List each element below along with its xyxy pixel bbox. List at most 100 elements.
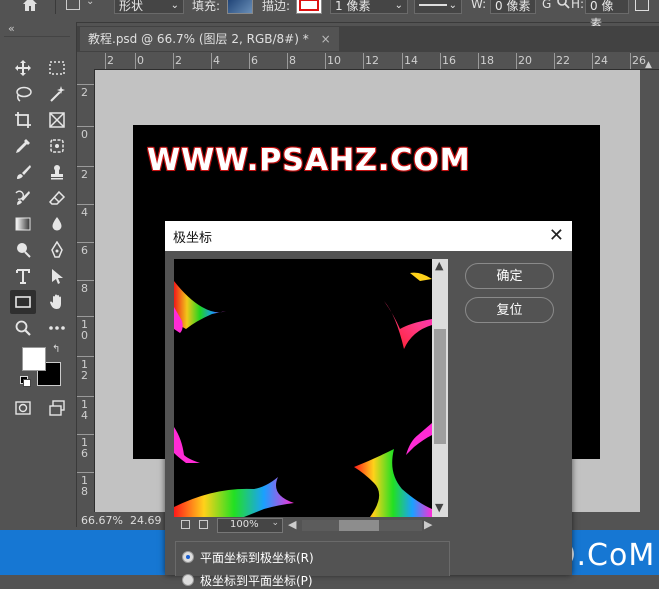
crop-tool-icon[interactable] [10,108,36,132]
dodge-tool-icon[interactable] [10,238,36,262]
ruler-tick-label: 1 8 [81,474,88,498]
shape-mode-value: 形状 [119,0,144,13]
eraser-tool-icon[interactable] [44,186,70,210]
tool-preset-icon[interactable] [66,0,80,10]
ruler-tick-label: 10 [327,54,341,67]
quick-mask-icon[interactable] [10,396,36,420]
shape-mode-select[interactable]: 形状 ⌄ [114,0,184,14]
stroke-width-value: 1 像素 [335,0,371,13]
lasso-tool-icon[interactable] [10,82,36,106]
document-size: 24.69 [130,514,162,527]
stroke-type-select[interactable]: ⌄ [414,0,462,14]
scrollbar-thumb[interactable] [434,329,446,444]
zoom-level[interactable]: 66.67% [81,514,123,527]
chevron-down-icon: ⌄ [394,0,403,11]
search-icon[interactable] [556,0,570,12]
eyedropper-icon[interactable] [10,134,36,158]
separator [55,0,56,14]
ruler-tick-label: 14 [404,54,418,67]
tools-panel: « ↰ [0,22,77,527]
rectangle-tool-icon[interactable] [10,290,36,314]
ruler-tick-label: 2 [107,54,114,67]
hand-tool-icon[interactable] [44,290,70,314]
magic-wand-icon[interactable] [44,82,70,106]
dialog-title-bar[interactable]: 极坐标 ✕ [165,221,572,251]
type-tool-icon[interactable] [10,264,36,288]
stroke-width-field[interactable]: 1 像素 ⌄ [330,0,408,14]
history-brush-icon[interactable] [10,186,36,210]
path-selection-icon[interactable] [44,264,70,288]
pen-tool-icon[interactable] [44,238,70,262]
swap-colors-icon[interactable]: ↰ [52,344,60,355]
horizontal-scroll-track[interactable] [302,520,422,531]
polar-to-rect-radio[interactable] [182,574,194,586]
ruler-tick-mark [135,53,136,69]
ruler-tick-label: 20 [518,54,532,67]
document-tab-title: 教程.psd @ 66.7% (图层 2, RGB/8#) * [88,32,309,46]
ok-button[interactable]: 确定 [465,263,554,289]
default-colors-icon[interactable] [20,376,31,387]
ruler-tick-mark [478,53,479,69]
gradient-tool-icon[interactable] [10,212,36,236]
ruler-tick-label: 22 [556,54,570,67]
close-icon[interactable]: ✕ [549,225,564,246]
ruler-tick-label: 1 2 [81,358,88,382]
zoom-tool-icon[interactable] [10,316,36,340]
preview-zoom-select[interactable]: 100% ⌄ [217,518,283,533]
reset-button[interactable]: 复位 [465,297,554,323]
canvas-vertical-scrollbar[interactable]: ▲ [640,60,659,512]
dialog-title: 极坐标 [173,231,213,246]
align-icon[interactable] [635,0,649,11]
w-label: W: [471,0,487,11]
brush-tool-icon[interactable] [10,160,36,184]
foreground-color-swatch[interactable] [22,347,46,371]
move-tool-icon[interactable] [10,56,36,80]
ruler-tick-label: 26 [632,54,646,67]
document-tab[interactable]: 教程.psd @ 66.7% (图层 2, RGB/8#) * × [80,27,339,51]
close-icon[interactable]: × [321,32,331,46]
ruler-tick-mark [77,242,94,243]
ruler-tick-label: 2 [81,168,88,181]
preview-vertical-scrollbar[interactable]: ▲ ▼ [432,259,448,517]
zoom-out-icon[interactable] [181,520,190,529]
ruler-tick-mark [363,53,364,69]
options-bar: ⌄ 形状 ⌄ 填充: 描边: 1 像素 ⌄ ⌄ W: 0 像素 G H: 0 像… [0,0,659,31]
marquee-tool-icon[interactable] [44,56,70,80]
ruler-tick-label: 0 [137,54,144,67]
ruler-tick-mark [77,356,94,357]
ruler-tick-mark [516,53,517,69]
home-icon[interactable] [20,0,42,14]
collapse-icon[interactable]: « [8,22,15,35]
stroke-swatch[interactable] [296,0,322,14]
scroll-up-icon[interactable]: ▲ [435,259,443,272]
ruler-tick-label: 24 [594,54,608,67]
scroll-down-icon[interactable]: ▼ [435,501,443,514]
screen-mode-icon[interactable] [44,396,70,420]
scroll-right-icon[interactable]: ▶ [424,518,432,531]
ruler-tick-label: 1 6 [81,436,88,460]
patch-tool-icon[interactable] [44,134,70,158]
horizontal-ruler[interactable]: 2 0 2 4 6 8 10 12 14 16 18 20 22 24 26 [95,53,659,70]
scrollbar-thumb[interactable] [339,520,379,531]
rect-to-polar-radio[interactable] [182,551,194,563]
fill-swatch[interactable] [227,0,253,14]
ruler-tick-label: 2 [81,86,88,99]
rect-to-polar-label[interactable]: 平面坐标到极坐标(R) [200,549,314,566]
filter-preview[interactable] [174,259,448,517]
scroll-up-icon[interactable]: ▲ [645,60,652,70]
chevron-down-icon[interactable]: ⌄ [86,0,94,7]
polar-coordinates-dialog: 极坐标 ✕ ▲ ▼ 100% ⌄ ◀ ▶ 确定 复位 平面坐标到极坐标(R) 极… [165,221,572,588]
ruler-tick-mark [402,53,403,69]
width-field[interactable]: 0 像素 [490,0,536,14]
h-label: H: [571,0,585,11]
vertical-ruler[interactable]: 2 0 2 4 6 8 1 0 1 2 1 4 1 6 1 8 [77,69,95,512]
scroll-left-icon[interactable]: ◀ [288,518,296,531]
ruler-tick-mark [249,53,250,69]
zoom-in-icon[interactable] [199,520,208,529]
frame-tool-icon[interactable] [44,108,70,132]
ruler-tick-mark [325,53,326,69]
height-field[interactable]: 0 像素 [585,0,629,31]
blur-tool-icon[interactable] [44,212,70,236]
more-tools-icon[interactable] [44,316,70,340]
stamp-tool-icon[interactable] [44,160,70,184]
